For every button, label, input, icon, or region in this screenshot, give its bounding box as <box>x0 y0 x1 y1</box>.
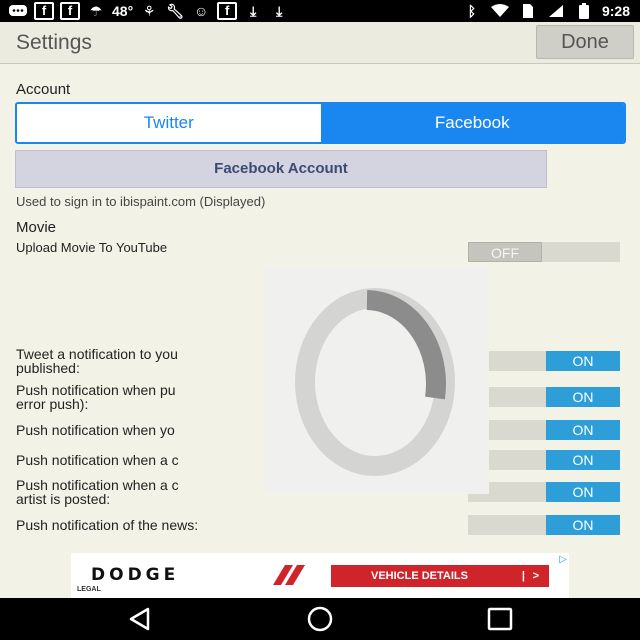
back-icon[interactable] <box>126 606 154 632</box>
chat-icon <box>8 2 28 20</box>
sim-icon <box>518 2 538 20</box>
facebook-icon: f <box>217 2 238 20</box>
toggle-state: ON <box>546 387 620 407</box>
wrench-icon: 🔧︎ <box>166 2 185 19</box>
notification-toggle[interactable]: ON <box>468 482 620 502</box>
loading-overlay <box>263 266 489 494</box>
weather-icon: ☂ <box>89 2 103 19</box>
ad-banner[interactable]: DODGE LEGAL VEHICLE DETAILS | > ▷ <box>71 553 569 598</box>
movie-section-label: Movie <box>16 219 57 236</box>
account-section-label: Account <box>16 81 71 98</box>
notification-toggle[interactable]: ON <box>468 515 620 535</box>
brand-stripes-icon <box>273 565 305 585</box>
download-icon: ⤓ <box>250 2 257 19</box>
facebook-icon: f <box>60 2 80 20</box>
notification-toggle[interactable]: ON <box>468 450 620 470</box>
download-icon: ⤓ <box>276 2 283 19</box>
cycling-icon: ⚘ <box>142 2 156 19</box>
page-title: Settings <box>16 31 92 54</box>
notification-label-line: Push notification of the news: <box>16 517 199 533</box>
header-bar: Settings Done <box>0 22 640 64</box>
notification-icons: f f ☂ 48° ⚘ 🔧︎ ☺ f ⤓ ⤓ <box>8 2 289 20</box>
loading-spinner-icon <box>295 288 455 476</box>
toggle-state: ON <box>546 420 620 440</box>
battery-icon <box>574 2 594 20</box>
navigation-bar <box>0 598 640 640</box>
done-button[interactable]: Done <box>536 25 634 59</box>
clock: 9:28 <box>601 3 630 19</box>
recent-apps-icon[interactable] <box>486 606 514 632</box>
toggle-state: ON <box>546 482 620 502</box>
toggle-state: OFF <box>468 242 542 262</box>
notification-toggle[interactable]: ON <box>468 387 620 407</box>
account-helper-text: Used to sign in to ibispaint.com (Displa… <box>16 194 266 209</box>
bluetooth-icon: ᛒ <box>467 3 477 19</box>
wifi-icon <box>490 2 510 20</box>
toggle-state: ON <box>546 450 620 470</box>
facebook-icon: f <box>34 2 54 20</box>
temperature-text: 48° <box>112 3 134 19</box>
notification-toggle[interactable]: ON <box>468 420 620 440</box>
notification-label-line: artist is posted: <box>16 491 111 507</box>
gamepad-icon: ☺ <box>194 3 209 19</box>
vehicle-details-label: VEHICLE DETAILS <box>371 570 468 582</box>
ad-brand-logo: DODGE <box>91 565 180 585</box>
vehicle-details-button[interactable]: VEHICLE DETAILS | > <box>331 565 549 587</box>
cta-arrow: > <box>532 570 539 582</box>
home-icon[interactable] <box>306 606 334 632</box>
status-bar: f f ☂ 48° ⚘ 🔧︎ ☺ f ⤓ ⤓ ᛒ 9:28 <box>0 0 640 22</box>
tab-twitter[interactable]: Twitter <box>17 104 321 142</box>
facebook-account-button[interactable]: Facebook Account <box>15 150 547 188</box>
upload-movie-label: Upload Movie To YouTube <box>16 240 168 255</box>
toggle-state: ON <box>546 351 620 371</box>
adchoices-icon[interactable]: ▷ <box>559 554 567 565</box>
notification-toggle[interactable]: ON <box>468 351 620 371</box>
system-icons: ᛒ 9:28 <box>462 2 630 20</box>
notification-label: Push notification of the news: <box>16 518 456 532</box>
upload-movie-toggle[interactable]: OFF <box>468 242 620 262</box>
tab-facebook[interactable]: Facebook <box>320 104 624 142</box>
signal-icon <box>546 2 566 20</box>
ad-legal-link[interactable]: LEGAL <box>77 586 101 593</box>
cta-separator: | <box>521 570 525 582</box>
account-type-selector: Twitter Facebook <box>15 102 626 144</box>
toggle-state: ON <box>546 515 620 535</box>
